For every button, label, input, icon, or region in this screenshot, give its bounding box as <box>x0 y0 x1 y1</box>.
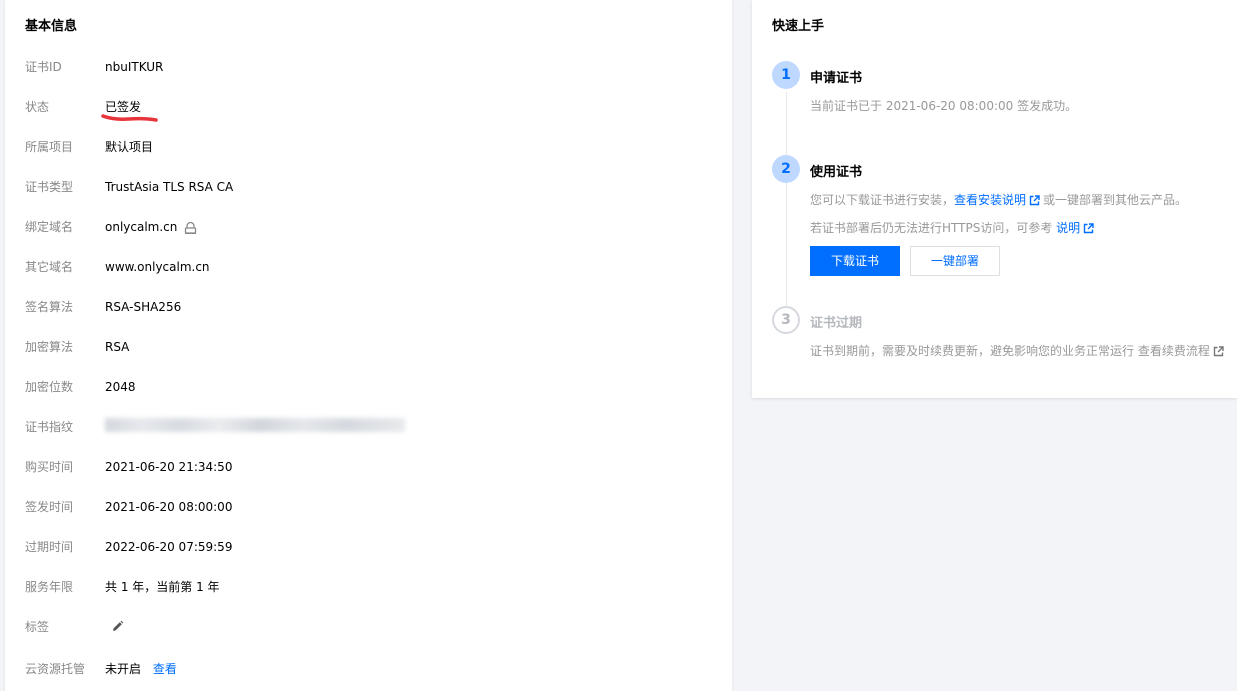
step-3-title: 证书过期 <box>810 316 863 331</box>
tags-label: 标签 <box>25 620 50 634</box>
purchase-time-label: 购买时间 <box>25 460 74 474</box>
expire-time-label: 过期时间 <box>25 540 74 554</box>
cert-id-value: nbuITKUR <box>105 60 164 74</box>
step-3-indicator: 3 <box>772 306 800 334</box>
cert-id-label: 证书ID <box>25 60 62 74</box>
issue-time-label: 签发时间 <box>25 500 74 514</box>
key-bits-value: 2048 <box>105 380 136 394</box>
step-2-desc: 您可以下载证书进行安装，查看安装说明 或一键部署到其他云产品。 <box>810 191 1187 208</box>
step-3-desc: 证书到期前，需要及时续费更新，避免影响您的业务正常运行 查看续费流程 <box>810 344 1210 358</box>
one-click-deploy-button[interactable]: 一键部署 <box>910 246 1000 276</box>
sign-algo-label: 签名算法 <box>25 300 74 314</box>
step-2-title: 使用证书 <box>810 165 863 180</box>
basic-info-title: 基本信息 <box>25 19 78 34</box>
fingerprint-label: 证书指纹 <box>25 420 74 434</box>
encrypt-algo-label: 加密算法 <box>25 340 74 354</box>
expire-time-value: 2022-06-20 07:59:59 <box>105 540 233 554</box>
step-2-indicator: 2 <box>772 155 800 183</box>
step-1-title: 申请证书 <box>810 71 863 86</box>
service-years-value: 共 1 年，当前第 1 年 <box>105 580 220 594</box>
fingerprint-value-blurred <box>105 418 405 432</box>
view-hosting-link[interactable]: 查看 <box>153 662 177 676</box>
sign-algo-value: RSA-SHA256 <box>105 300 182 314</box>
bound-domain-value-wrap: onlycalm.cn <box>105 217 197 237</box>
external-link-icon[interactable] <box>1083 223 1094 234</box>
cert-type-label: 证书类型 <box>25 180 74 194</box>
purchase-time-value: 2021-06-20 21:34:50 <box>105 460 233 474</box>
https-help-link[interactable]: 说明 <box>1056 221 1080 235</box>
step-1-indicator: 1 <box>772 61 800 89</box>
project-value: 默认项目 <box>105 140 154 154</box>
step-3-desc-wrap: 证书到期前，需要及时续费更新，避免影响您的业务正常运行 查看续费流程 <box>810 342 1227 359</box>
encrypt-algo-value: RSA <box>105 340 130 354</box>
status-label: 状态 <box>25 100 50 114</box>
edit-tags-icon[interactable] <box>111 620 124 633</box>
other-domain-label: 其它域名 <box>25 260 74 274</box>
quick-start-title: 快速上手 <box>772 19 825 34</box>
external-link-icon[interactable] <box>1029 195 1040 206</box>
key-bits-label: 加密位数 <box>25 380 74 394</box>
step-connector-line <box>786 92 787 310</box>
service-years-label: 服务年限 <box>25 580 74 594</box>
step-2-desc-suffix: 或一键部署到其他云产品。 <box>1043 193 1188 207</box>
resource-hosting-value: 未开启 <box>105 662 142 676</box>
status-underline-annotation <box>101 114 158 122</box>
other-domain-value: www.onlycalm.cn <box>105 260 210 274</box>
bound-domain-value: onlycalm.cn <box>105 220 178 234</box>
project-label: 所属项目 <box>25 140 74 154</box>
basic-info-panel: 基本信息 证书ID nbuITKUR 状态 已签发 所属项目 默认项目 证书类型… <box>5 0 732 691</box>
step-2-desc-prefix: 您可以下载证书进行安装， <box>810 193 955 207</box>
step-1-desc: 当前证书已于 2021-06-20 08:00:00 签发成功。 <box>810 99 1078 113</box>
bound-domain-label: 绑定域名 <box>25 220 74 234</box>
resource-hosting-value-wrap: 未开启 查看 <box>105 659 177 679</box>
resource-hosting-label: 云资源托管 <box>25 662 86 676</box>
issue-time-value: 2021-06-20 08:00:00 <box>105 500 233 514</box>
install-guide-link[interactable]: 查看安装说明 <box>954 193 1026 207</box>
domain-lock-icon <box>185 221 197 234</box>
quick-start-panel: 快速上手 1 申请证书 当前证书已于 2021-06-20 08:00:00 签… <box>752 0 1237 398</box>
cert-type-value: TrustAsia TLS RSA CA <box>105 180 234 194</box>
download-cert-button[interactable]: 下载证书 <box>810 246 900 276</box>
step-2-desc2-prefix: 若证书部署后仍无法进行HTTPS访问，可参考 <box>810 221 1053 235</box>
external-link-icon[interactable] <box>1213 346 1224 357</box>
step-2-desc-2: 若证书部署后仍无法进行HTTPS访问，可参考 说明 <box>810 219 1097 236</box>
